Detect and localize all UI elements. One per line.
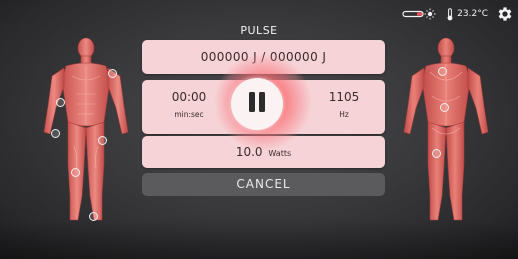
treatment-point-marker[interactable] [432, 149, 441, 158]
timer-value: 00:00 [171, 90, 207, 104]
power-unit: Watts [268, 149, 292, 158]
back-body-figure[interactable] [398, 36, 494, 232]
timer-display: 00:00 min:sec [162, 90, 216, 119]
power-value: 10.0 [235, 145, 263, 159]
frequency-display: 1105 Hz [321, 90, 367, 119]
timer-unit: min:sec [174, 110, 204, 119]
power-display: 10.0 Watts [142, 136, 385, 168]
treatment-point-marker[interactable] [71, 168, 80, 177]
temperature-value: 23.2°C [457, 9, 488, 19]
pause-icon [246, 90, 268, 118]
frequency-unit: Hz [339, 110, 349, 119]
treatment-point-marker[interactable] [56, 98, 65, 107]
floor-reflection [0, 219, 518, 259]
gear-icon[interactable] [496, 5, 514, 23]
front-body-figure[interactable] [38, 36, 134, 232]
treatment-screen: 23.2°C PULSE 000000 J / 000000 J 00:00 m… [0, 0, 518, 259]
laser-probe-icon [402, 8, 438, 20]
energy-display: 000000 J / 000000 J [142, 40, 385, 74]
cancel-button[interactable]: CANCEL [142, 173, 385, 196]
status-bar: 23.2°C [402, 4, 514, 24]
energy-value: 000000 J / 000000 J [200, 50, 327, 64]
treatment-point-marker[interactable] [438, 67, 447, 76]
frequency-value: 1105 [328, 90, 360, 104]
pause-button[interactable] [231, 78, 283, 130]
treatment-point-marker[interactable] [108, 69, 117, 78]
treatment-point-marker[interactable] [98, 136, 107, 145]
temperature-readout: 23.2°C [446, 7, 488, 21]
treatment-point-marker[interactable] [440, 103, 449, 112]
thermometer-icon [446, 7, 454, 21]
treatment-point-marker[interactable] [51, 129, 60, 138]
